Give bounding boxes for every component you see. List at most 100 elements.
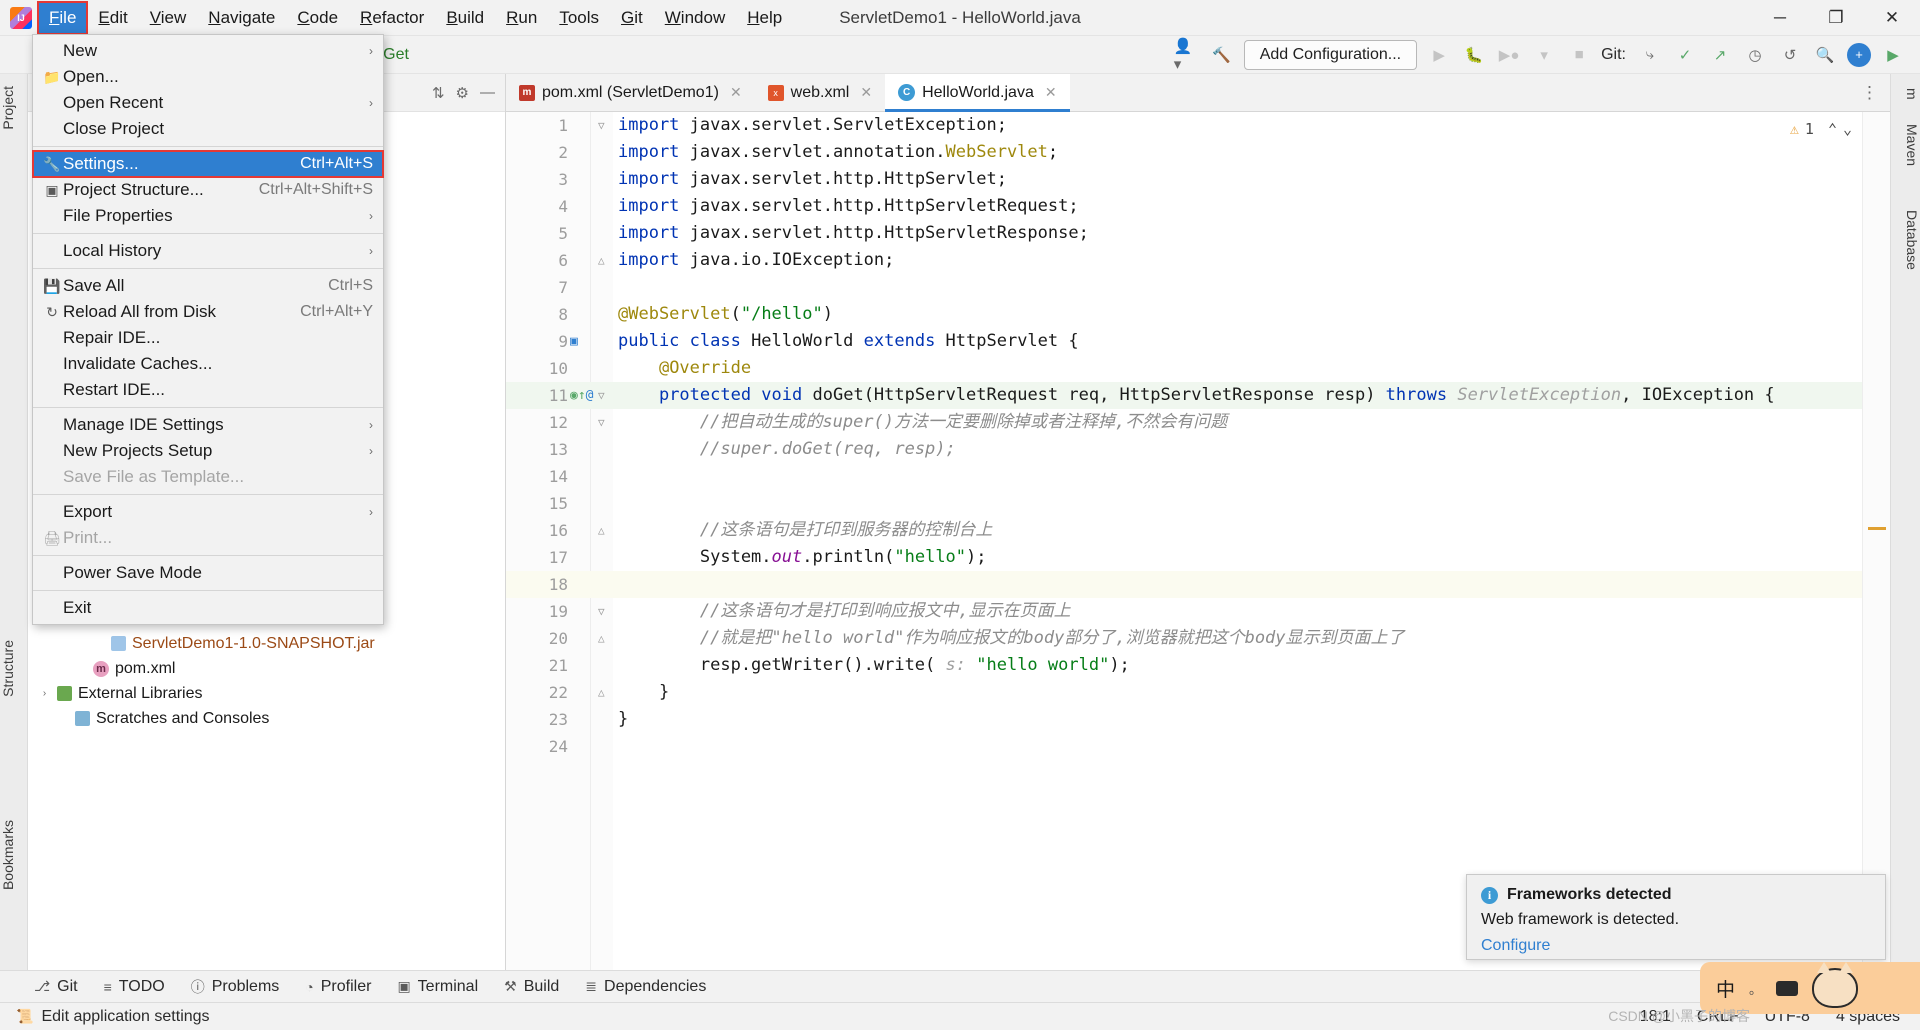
code-editor[interactable]: 1▽import javax.servlet.ServletException;… <box>506 112 1890 982</box>
file-menu-item-new-projects-setup[interactable]: New Projects Setup› <box>33 438 383 464</box>
frameworks-detected-notification[interactable]: i Frameworks detected Web framework is d… <box>1466 874 1886 960</box>
account-icon[interactable]: 👤▾ <box>1174 42 1200 68</box>
code-line[interactable]: 15 <box>506 490 1890 517</box>
search-icon[interactable]: 🔍 <box>1812 42 1838 68</box>
code-line[interactable]: 24 <box>506 733 1890 760</box>
code-line[interactable]: 16△ //这条语句是打印到服务器的控制台上 <box>506 517 1890 544</box>
hammer-icon[interactable]: 🔨 <box>1209 42 1235 68</box>
tree-item-external-libraries[interactable]: ›External Libraries <box>28 681 505 706</box>
keyboard-icon[interactable] <box>1776 981 1798 996</box>
tool-window-bar[interactable]: ⎇Git≡TODOⓘProblems◔Profiler▣Terminal⚒Bui… <box>0 970 1920 1002</box>
file-menu-item-local-history[interactable]: Local History› <box>33 238 383 264</box>
sidebar-item-maven-short[interactable]: m <box>1890 82 1920 106</box>
history-icon[interactable]: ◷ <box>1742 42 1768 68</box>
tree-item-servletdemo1-1-0-snapshot-jar[interactable]: ServletDemo1-1.0-SNAPSHOT.jar <box>28 631 505 656</box>
fold-handle-icon[interactable]: ▽ <box>598 382 605 409</box>
menu-edit[interactable]: Edit <box>87 2 138 34</box>
file-menu-item-exit[interactable]: Exit <box>33 595 383 621</box>
close-icon[interactable]: ✕ <box>1045 84 1057 101</box>
inspection-scrollbar[interactable] <box>1862 112 1890 982</box>
file-menu-item-repair-ide[interactable]: Repair IDE... <box>33 325 383 351</box>
chevron-up-icon[interactable]: ⌃ <box>1828 120 1837 138</box>
toolwindow-dependencies[interactable]: ≣Dependencies <box>585 978 706 996</box>
menu-file[interactable]: File <box>38 2 87 34</box>
toolwindow-problems[interactable]: ⓘProblems <box>191 977 280 997</box>
file-menu-item-manage-ide-settings[interactable]: Manage IDE Settings› <box>33 412 383 438</box>
editor-tab-bar[interactable]: mpom.xml (ServletDemo1)✕xweb.xml✕CHelloW… <box>506 74 1890 112</box>
sidebar-item-database[interactable]: Database <box>1890 204 1920 276</box>
code-line[interactable]: 17 System.out.println("hello"); <box>506 544 1890 571</box>
fold-handle-icon[interactable]: ▽ <box>598 409 605 436</box>
add-configuration-button[interactable]: Add Configuration... <box>1244 40 1417 70</box>
expand-icon[interactable]: ⇅ <box>432 84 445 102</box>
toolwindow-todo[interactable]: ≡TODO <box>104 978 165 996</box>
maximize-button[interactable]: ❐ <box>1808 0 1864 36</box>
file-menu-item-settings[interactable]: 🔧Settings...Ctrl+Alt+S <box>33 151 383 177</box>
code-line[interactable]: 11◉↑@▽ protected void doGet(HttpServletR… <box>506 382 1890 409</box>
inspection-summary[interactable]: ⚠ 1 ⌃ ⌄ <box>1790 120 1852 138</box>
code-line[interactable]: 21 resp.getWriter().write( s: "hello wor… <box>506 652 1890 679</box>
sidebar-item-project[interactable]: Project <box>0 80 28 136</box>
more-options-icon[interactable]: ⋮ <box>1849 74 1890 111</box>
fold-handle-icon[interactable]: △ <box>598 679 605 706</box>
gear-icon[interactable]: ⚙ <box>456 84 469 102</box>
code-line[interactable]: 19▽ //这条语句才是打印到响应报文中,显示在页面上 <box>506 598 1890 625</box>
fold-handle-icon[interactable]: ▽ <box>598 112 605 139</box>
avatar[interactable]: + <box>1847 43 1871 67</box>
gutter-marker[interactable]: ▣ <box>570 328 612 355</box>
toolwindow-profiler[interactable]: ◔Profiler <box>305 978 371 996</box>
debug-icon[interactable]: 🐛 <box>1461 42 1487 68</box>
code-line[interactable]: 2import javax.servlet.annotation.WebServ… <box>506 139 1890 166</box>
code-line[interactable]: 7 <box>506 274 1890 301</box>
commit-icon[interactable]: ✓ <box>1672 42 1698 68</box>
tab-web[interactable]: xweb.xml✕ <box>755 74 885 111</box>
gutter-marker[interactable]: ◉↑@ <box>570 382 612 409</box>
file-menu-item-export[interactable]: Export› <box>33 499 383 525</box>
chevron-right-icon[interactable]: › <box>38 688 51 699</box>
tab-pom[interactable]: mpom.xml (ServletDemo1)✕ <box>506 74 755 111</box>
tree-item-pom-xml[interactable]: mpom.xml <box>28 656 505 681</box>
menu-navigate[interactable]: Navigate <box>197 2 286 34</box>
file-menu-item-save-all[interactable]: 💾Save AllCtrl+S <box>33 273 383 299</box>
ime-punctuation-label[interactable]: 。 <box>1749 979 1762 998</box>
code-line[interactable]: 14 <box>506 463 1890 490</box>
menu-bar[interactable]: FileEditViewNavigateCodeRefactorBuildRun… <box>38 0 793 36</box>
file-menu-item-invalidate-caches[interactable]: Invalidate Caches... <box>33 351 383 377</box>
close-icon[interactable]: ✕ <box>730 84 742 101</box>
menu-code[interactable]: Code <box>286 2 349 34</box>
code-line[interactable]: 5import javax.servlet.http.HttpServletRe… <box>506 220 1890 247</box>
code-line[interactable]: 8@WebServlet("/hello") <box>506 301 1890 328</box>
file-menu-item-power-save-mode[interactable]: Power Save Mode <box>33 560 383 586</box>
class-gutter-icon[interactable]: ▣ <box>570 334 578 349</box>
code-line[interactable]: 23} <box>506 706 1890 733</box>
close-button[interactable]: ✕ <box>1864 0 1920 36</box>
menu-view[interactable]: View <box>139 2 198 34</box>
code-line[interactable]: 4import javax.servlet.http.HttpServletRe… <box>506 193 1890 220</box>
file-menu-item-close-project[interactable]: Close Project <box>33 116 383 142</box>
file-menu-item-restart-ide[interactable]: Restart IDE... <box>33 377 383 403</box>
toolwindow-git[interactable]: ⎇Git <box>34 978 78 996</box>
code-line[interactable]: 3import javax.servlet.http.HttpServlet; <box>506 166 1890 193</box>
code-line[interactable]: 13 //super.doGet(req, resp); <box>506 436 1890 463</box>
code-line[interactable]: 22△ } <box>506 679 1890 706</box>
code-line[interactable]: 18 <box>506 571 1890 598</box>
file-menu-item-new[interactable]: New› <box>33 38 383 64</box>
code-line[interactable]: 9▣public class HelloWorld extends HttpSe… <box>506 328 1890 355</box>
fold-handle-icon[interactable]: ▽ <box>598 598 605 625</box>
tab-helloworld[interactable]: CHelloWorld.java✕ <box>885 74 1069 111</box>
code-line[interactable]: 12▽ //把自动生成的super()方法一定要删除掉或者注释掉,不然会有问题 <box>506 409 1890 436</box>
minimize-button[interactable]: ─ <box>1752 0 1808 36</box>
inspection-marker[interactable] <box>1868 527 1886 530</box>
file-menu-item-reload-all-from-disk[interactable]: ↻Reload All from DiskCtrl+Alt+Y <box>33 299 383 325</box>
code-line[interactable]: 6△import java.io.IOException; <box>506 247 1890 274</box>
file-menu-popup[interactable]: New›📁Open...Open Recent›Close Project🔧Se… <box>32 34 384 625</box>
file-menu-item-project-structure[interactable]: ▣Project Structure...Ctrl+Alt+Shift+S <box>33 177 383 203</box>
fold-handle-icon[interactable]: △ <box>598 625 605 652</box>
rollback-icon[interactable]: ↺ <box>1777 42 1803 68</box>
code-line[interactable]: 10 @Override <box>506 355 1890 382</box>
fold-handle-icon[interactable]: △ <box>598 247 605 274</box>
run-gutter-icon[interactable]: ◉↑ <box>570 388 586 403</box>
sidebar-item-bookmarks[interactable]: Bookmarks <box>0 814 28 896</box>
menu-help[interactable]: Help <box>736 2 793 34</box>
toolwindow-terminal[interactable]: ▣Terminal <box>397 978 478 996</box>
